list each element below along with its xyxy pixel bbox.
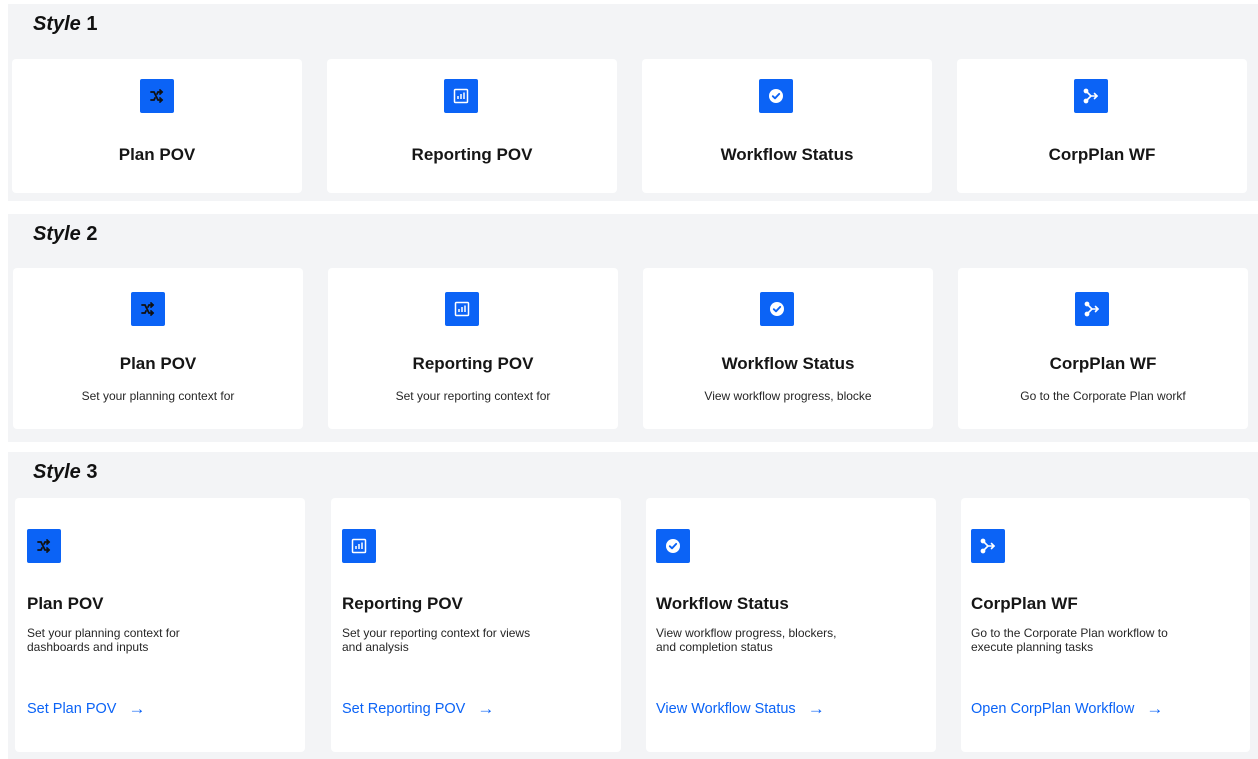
style1-card-workflow-status[interactable]: Workflow Status <box>642 59 932 193</box>
shuffle-icon <box>27 529 61 563</box>
card-title: Reporting POV <box>412 354 534 373</box>
card-title: CorpPlan WF <box>971 594 1078 613</box>
arrow-right-icon: → <box>807 699 825 718</box>
bar-chart-icon <box>444 79 478 113</box>
card-description: Go to the Corporate Plan workf <box>1020 389 1186 403</box>
style3-card-workflow-status: Workflow Status View workflow progress, … <box>646 498 936 752</box>
style2-card-corpplan-wf[interactable]: CorpPlan WF Go to the Corporate Plan wor… <box>958 268 1248 429</box>
card-description: Set your reporting context for views and… <box>342 626 531 654</box>
flow-icon <box>1074 79 1108 113</box>
card-title: Plan POV <box>118 145 196 164</box>
card-title: Workflow Status <box>721 354 855 373</box>
section-title-style-1: Style 1 <box>33 13 98 35</box>
bar-chart-icon <box>342 529 376 563</box>
card-title: Workflow Status <box>720 145 854 164</box>
style3-card-corpplan-wf: CorpPlan WF Go to the Corporate Plan wor… <box>961 498 1250 752</box>
style1-card-corpplan-wf[interactable]: CorpPlan WF <box>957 59 1247 193</box>
style3-card-plan-pov: Plan POV Set your planning context for d… <box>15 498 305 752</box>
card-title: Plan POV <box>27 594 104 613</box>
style1-card-plan-pov[interactable]: Plan POV <box>12 59 302 193</box>
open-corpplan-workflow-link[interactable]: Open CorpPlan Workflow → <box>971 699 1163 719</box>
card-title: Workflow Status <box>656 594 789 613</box>
set-plan-pov-link[interactable]: Set Plan POV → <box>27 699 145 719</box>
check-circle-icon <box>759 79 793 113</box>
arrow-right-icon: → <box>128 699 146 718</box>
style2-card-plan-pov[interactable]: Plan POV Set your planning context for <box>13 268 303 429</box>
arrow-right-icon: → <box>477 699 495 718</box>
shuffle-icon <box>140 79 174 113</box>
card-title: Reporting POV <box>411 145 533 164</box>
shuffle-icon <box>131 292 165 326</box>
set-reporting-pov-link[interactable]: Set Reporting POV → <box>342 699 494 719</box>
card-description: Set your planning context for <box>81 389 235 403</box>
card-description: Set your planning context for dashboards… <box>27 626 180 654</box>
card-title: CorpPlan WF <box>1048 145 1156 164</box>
arrow-right-icon: → <box>1146 699 1164 718</box>
flow-icon <box>971 529 1005 563</box>
card-title: CorpPlan WF <box>1049 354 1157 373</box>
card-description: Go to the Corporate Plan workflow to exe… <box>971 626 1168 654</box>
style3-card-reporting-pov: Reporting POV Set your reporting context… <box>331 498 621 752</box>
flow-icon <box>1075 292 1109 326</box>
card-description: Set your reporting context for <box>395 389 551 403</box>
section-title-style-2: Style 2 <box>33 223 98 245</box>
bar-chart-icon <box>445 292 479 326</box>
card-title: Reporting POV <box>342 594 463 613</box>
view-workflow-status-link[interactable]: View Workflow Status → <box>656 699 825 719</box>
section-title-style-3: Style 3 <box>33 461 98 483</box>
card-description: View workflow progress, blockers, and co… <box>656 626 837 654</box>
card-title: Plan POV <box>119 354 197 373</box>
check-circle-icon <box>656 529 690 563</box>
check-circle-icon <box>760 292 794 326</box>
style1-card-reporting-pov[interactable]: Reporting POV <box>327 59 617 193</box>
card-description: View workflow progress, blocke <box>704 389 872 403</box>
style2-card-workflow-status[interactable]: Workflow Status View workflow progress, … <box>643 268 933 429</box>
style2-card-reporting-pov[interactable]: Reporting POV Set your reporting context… <box>328 268 618 429</box>
